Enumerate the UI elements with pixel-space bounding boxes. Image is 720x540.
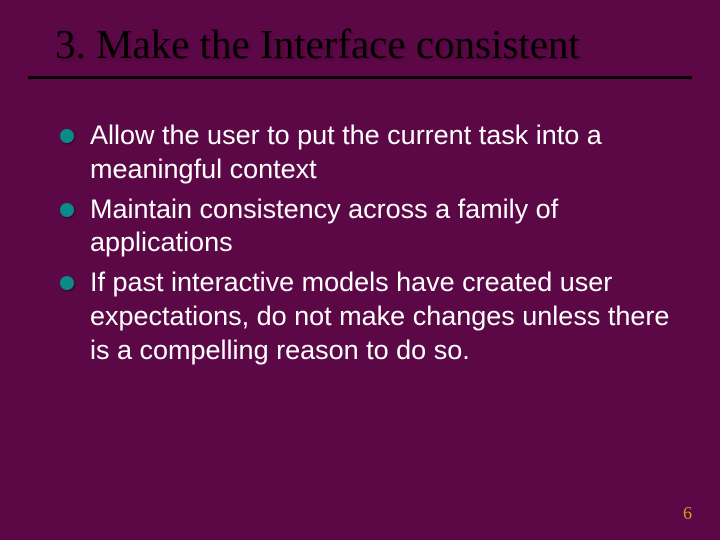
bullet-text: Allow the user to put the current task i… <box>90 119 670 187</box>
bullet-dot-icon <box>60 203 74 217</box>
slide-title: 3. Make the Interface consistent <box>0 0 720 76</box>
slide: 3. Make the Interface consistent Allow t… <box>0 0 720 540</box>
page-number: 6 <box>683 503 692 524</box>
bullet-text: If past interactive models have created … <box>90 266 670 367</box>
bullet-text: Maintain consistency across a family of … <box>90 193 670 261</box>
bullet-dot-icon <box>60 129 74 143</box>
slide-body: Allow the user to put the current task i… <box>0 79 720 367</box>
bullet-item: Allow the user to put the current task i… <box>60 119 670 187</box>
bullet-dot-icon <box>60 276 74 290</box>
bullet-item: If past interactive models have created … <box>60 266 670 367</box>
bullet-item: Maintain consistency across a family of … <box>60 193 670 261</box>
